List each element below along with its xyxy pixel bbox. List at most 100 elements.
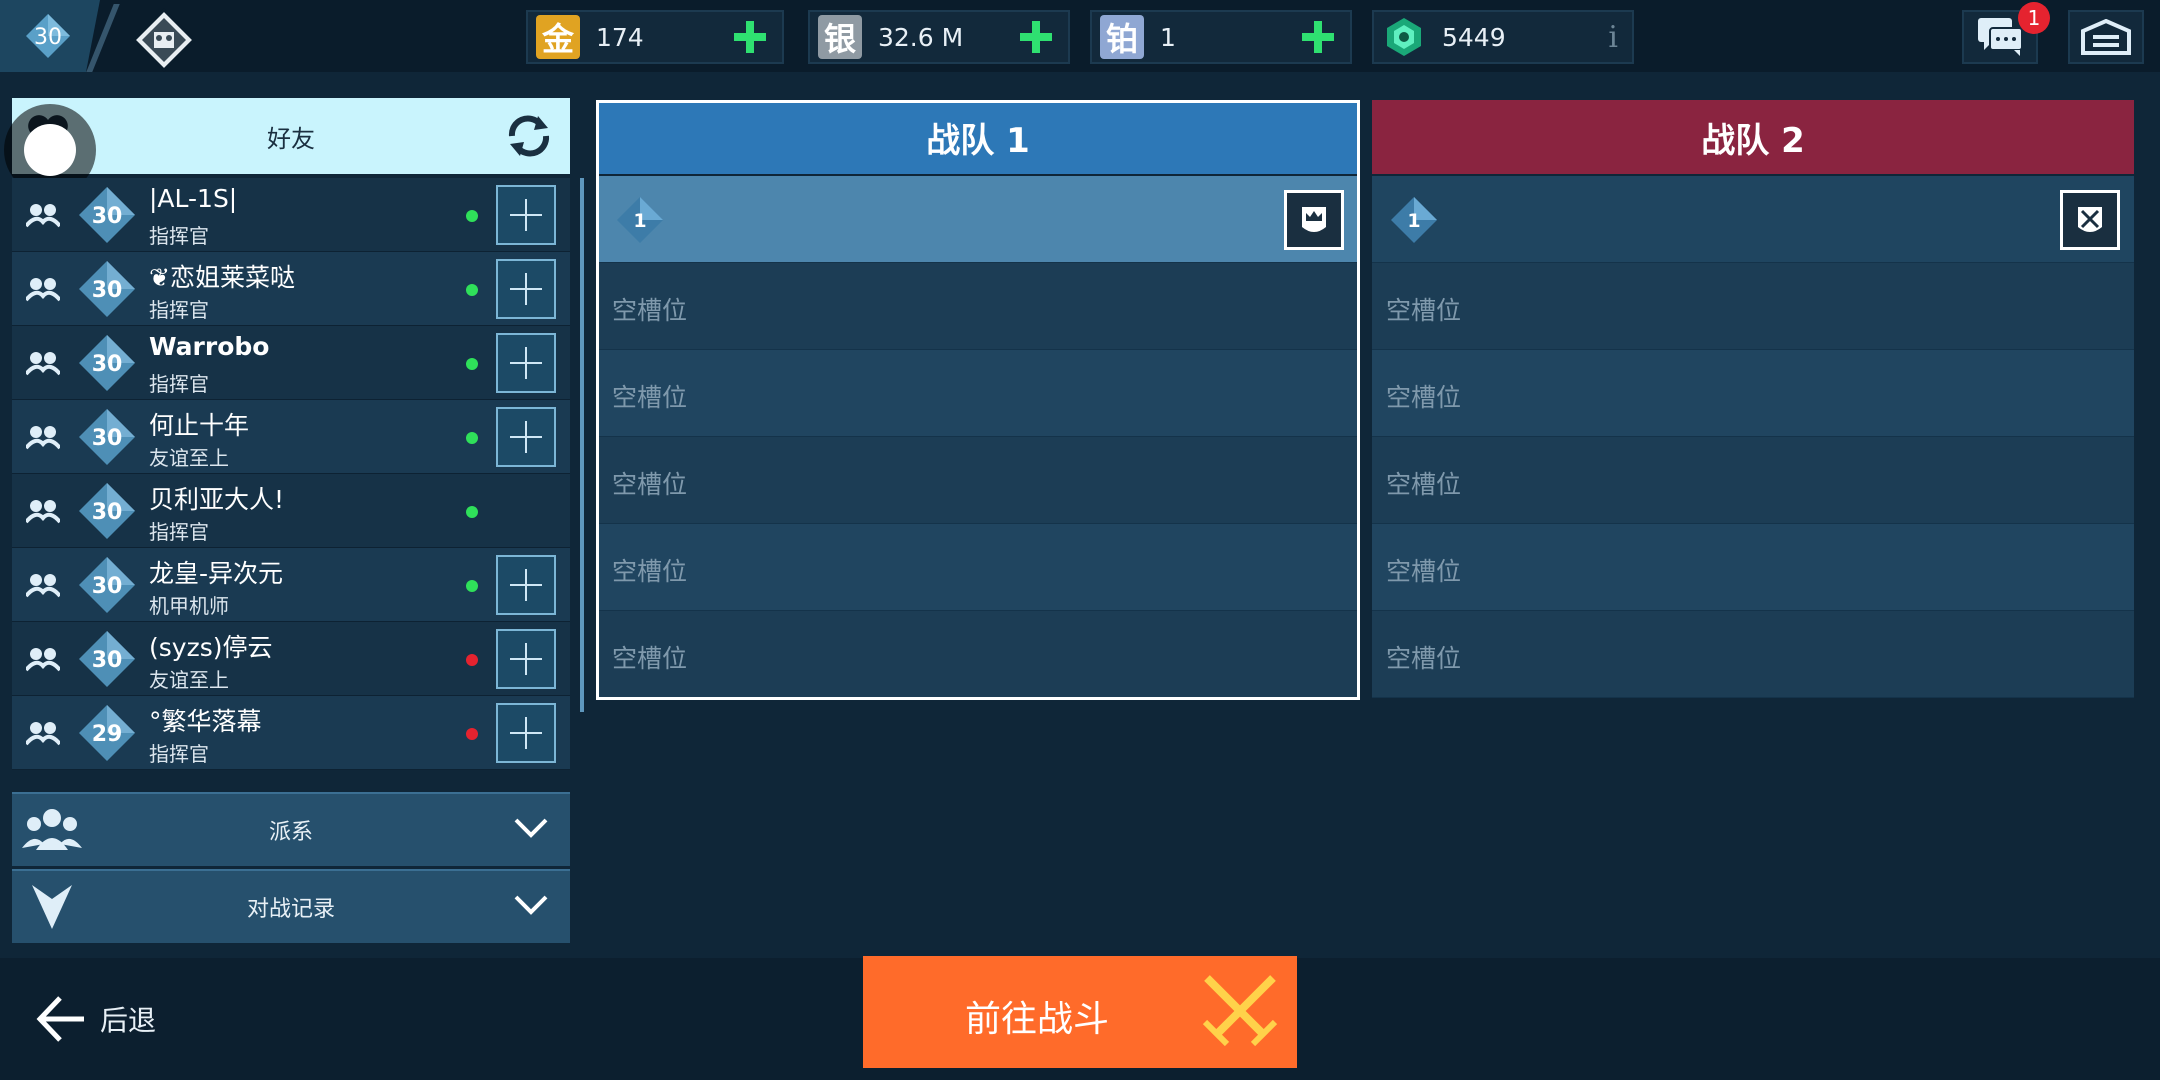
level-diamond-icon: 30 xyxy=(79,409,135,465)
team1-empty-slot[interactable]: 空槽位 xyxy=(598,437,1358,524)
friend-level: 30 xyxy=(92,352,123,377)
friend-row[interactable]: 30 何止十年 友谊至上 xyxy=(12,400,570,474)
online-status-dot xyxy=(466,358,478,370)
online-status-dot xyxy=(466,506,478,518)
leader-level: 1 xyxy=(633,210,646,232)
level-diamond-icon: 30 xyxy=(79,261,135,317)
commander-swords-icon[interactable] xyxy=(2060,190,2120,250)
friend-row[interactable]: 30 贝利亚大人! 指挥官 xyxy=(12,474,570,548)
offline-status-dot xyxy=(466,654,478,666)
refresh-icon[interactable] xyxy=(504,114,554,158)
friend-level: 30 xyxy=(92,278,123,303)
team1-title: 战队 1 xyxy=(926,120,1030,161)
team2-empty-slot[interactable]: 空槽位 xyxy=(1372,350,2134,437)
battle-log-toggle[interactable]: 对战记录 xyxy=(12,869,570,943)
team2-empty-slot[interactable]: 空槽位 xyxy=(1372,263,2134,350)
clan-group-icon xyxy=(22,809,82,850)
chat-icon xyxy=(1978,18,2023,56)
battle-log-icon xyxy=(32,885,72,929)
friend-row[interactable]: 30 |AL-1S| 指挥官 xyxy=(12,178,570,252)
add-silver-button[interactable] xyxy=(1016,17,1056,57)
friends-list[interactable]: 30 |AL-1S| 指挥官 30 ❦恋姐莱菜哒 指挥官 30 Warrobo … xyxy=(12,178,570,788)
level-diamond-icon: 30 xyxy=(79,187,135,243)
invite-friend-button[interactable] xyxy=(496,629,556,689)
friend-level: 30 xyxy=(92,574,123,599)
level-diamond-icon: 1 xyxy=(617,197,663,243)
friend-name: 龙皇-异次元 xyxy=(149,559,284,588)
level-diamond-icon: 1 xyxy=(1391,197,1437,243)
back-label: 后退 xyxy=(100,1004,157,1037)
team1-empty-slot[interactable]: 空槽位 xyxy=(598,524,1358,611)
team2-empty-slot[interactable]: 空槽位 xyxy=(1372,611,2134,698)
friend-rank: 友谊至上 xyxy=(149,668,229,692)
friend-row[interactable]: 30 ❦恋姐莱菜哒 指挥官 xyxy=(12,252,570,326)
invite-friend-button[interactable] xyxy=(496,259,556,319)
online-status-dot xyxy=(466,432,478,444)
friend-row[interactable]: 29 °繁华落幕 指挥官 xyxy=(12,696,570,770)
team1-leader-slot[interactable]: 1 xyxy=(598,176,1358,263)
chat-button[interactable]: 1 xyxy=(1962,2,2050,64)
online-status-dot xyxy=(466,580,478,592)
chat-notification-badge: 1 xyxy=(2018,2,2050,34)
level-diamond-icon: 30 xyxy=(79,483,135,539)
empty-slot-label: 空槽位 xyxy=(612,557,688,586)
team2-leader-slot[interactable]: 1 xyxy=(1372,176,2134,263)
back-arrow-icon xyxy=(36,996,84,1042)
friend-level: 30 xyxy=(92,204,123,229)
empty-slot-label: 空槽位 xyxy=(1386,383,1462,412)
add-gold-button[interactable] xyxy=(730,17,770,57)
friend-level: 30 xyxy=(92,500,123,525)
empty-slot-label: 空槽位 xyxy=(612,383,688,412)
friend-level: 30 xyxy=(92,426,123,451)
gem-icon xyxy=(1387,18,1421,56)
team2-slots: 1 空槽位 空槽位 空槽位 空槽位 空槽位 xyxy=(1372,176,2134,698)
team1-empty-slot[interactable]: 空槽位 xyxy=(598,611,1358,698)
level-diamond-icon: 30 xyxy=(79,631,135,687)
invite-friend-button[interactable] xyxy=(496,333,556,393)
team2-empty-slot[interactable]: 空槽位 xyxy=(1372,524,2134,611)
invite-friend-button[interactable] xyxy=(496,555,556,615)
friend-row[interactable]: 30 龙皇-异次元 机甲机师 xyxy=(12,548,570,622)
empty-slot-label: 空槽位 xyxy=(1386,557,1462,586)
go-to-battle-button[interactable]: 前往战斗 xyxy=(863,956,1297,1068)
friend-name: Warrobo xyxy=(149,332,270,361)
friend-rank: 友谊至上 xyxy=(149,446,229,470)
back-button[interactable]: 后退 xyxy=(34,992,156,1046)
friend-pair-icon xyxy=(26,648,60,672)
friends-scrollbar[interactable] xyxy=(580,178,584,712)
friend-name: ❦恋姐莱菜哒 xyxy=(149,263,295,292)
online-status-dot xyxy=(466,284,478,296)
gem-resource: 5449 i xyxy=(1372,10,1634,64)
commander-crown-icon[interactable] xyxy=(1284,190,1344,250)
info-icon[interactable]: i xyxy=(1608,20,1618,55)
add-platinum-button[interactable] xyxy=(1298,17,1338,57)
player-level-badge[interactable]: 30 xyxy=(0,0,100,72)
friend-rank: 指挥官 xyxy=(149,742,209,766)
clan-section-toggle[interactable]: 派系 xyxy=(12,792,570,866)
battle-log-label: 对战记录 xyxy=(246,897,335,922)
friend-name: (syzs)停云 xyxy=(149,633,273,662)
friend-pair-icon xyxy=(26,352,60,376)
friend-row[interactable]: 30 Warrobo 指挥官 xyxy=(12,326,570,400)
clan-section-label: 派系 xyxy=(268,820,313,845)
invite-friend-button[interactable] xyxy=(496,407,556,467)
empty-slot-label: 空槽位 xyxy=(1386,470,1462,499)
friend-row[interactable]: 30 (syzs)停云 友谊至上 xyxy=(12,622,570,696)
team1-empty-slot[interactable]: 空槽位 xyxy=(598,350,1358,437)
gem-value: 5449 xyxy=(1442,22,1506,52)
platinum-icon: 铂 xyxy=(1100,15,1144,59)
chevron-down-icon xyxy=(514,818,548,838)
team1-empty-slot[interactable]: 空槽位 xyxy=(598,263,1358,350)
online-status-dot xyxy=(466,210,478,222)
friend-pair-icon xyxy=(26,278,60,302)
team2-header: 战队 2 xyxy=(1372,100,2134,174)
garage-button[interactable] xyxy=(2068,10,2144,64)
friend-level: 30 xyxy=(92,648,123,673)
team2-empty-slot[interactable]: 空槽位 xyxy=(1372,437,2134,524)
invite-friend-button[interactable] xyxy=(496,185,556,245)
empty-slot-label: 空槽位 xyxy=(612,470,688,499)
level-diamond-icon: 29 xyxy=(79,705,135,761)
invite-friend-button[interactable] xyxy=(496,703,556,763)
clan-emblem-icon[interactable] xyxy=(132,8,196,72)
chevron-down-icon xyxy=(514,895,548,915)
